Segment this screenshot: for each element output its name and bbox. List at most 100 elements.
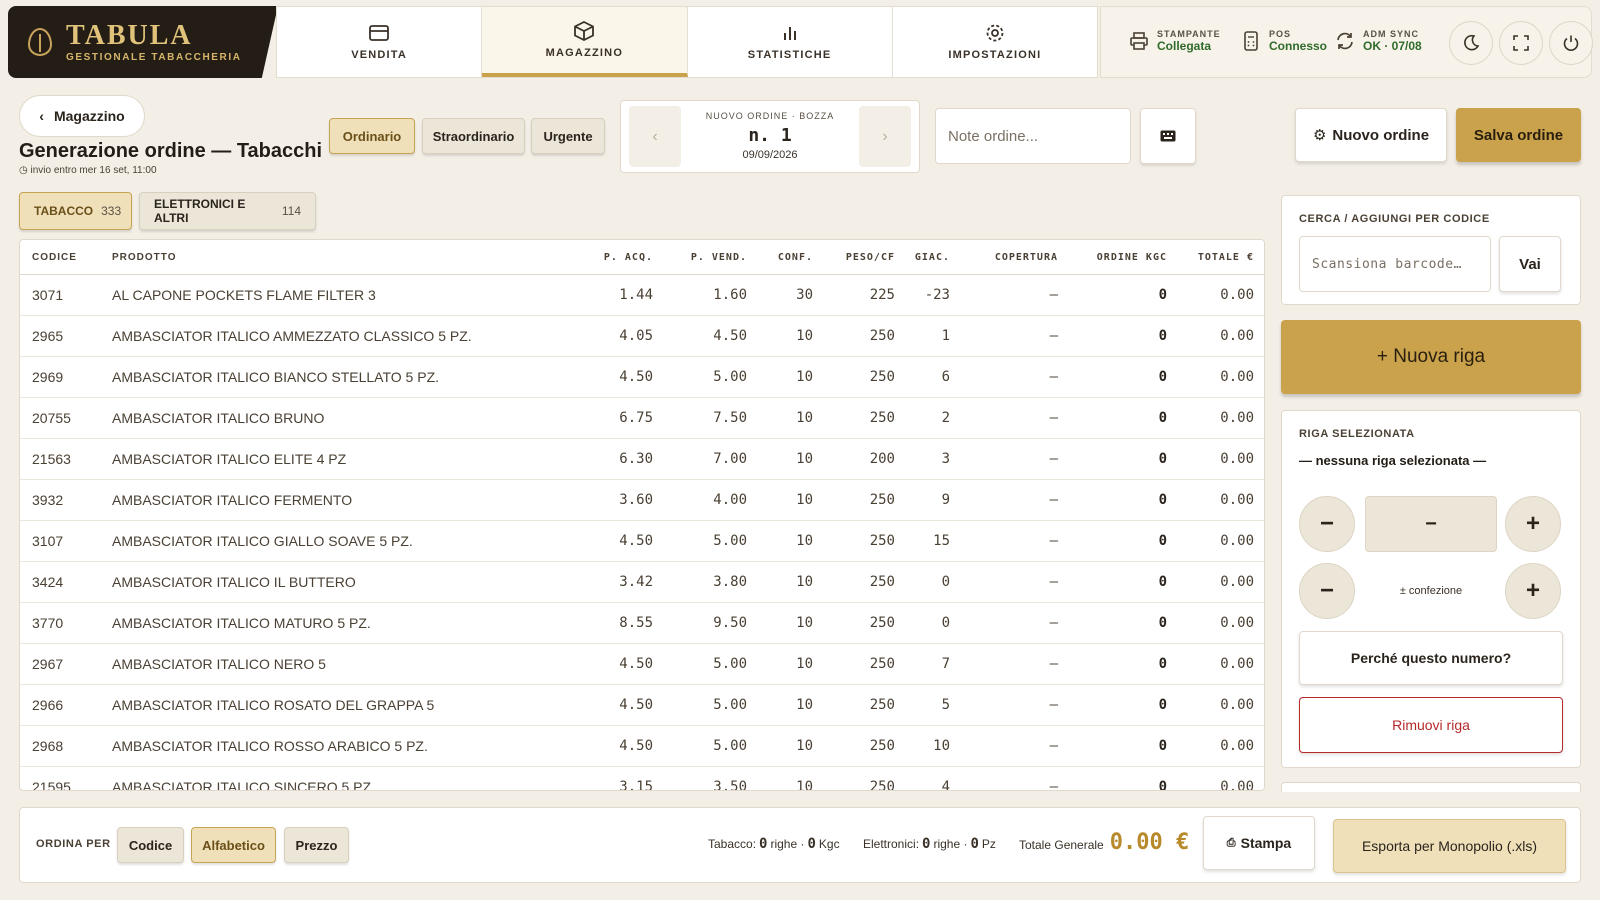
cell-giac: 4 [941,779,950,791]
cell-prodotto: AMBASCIATOR ITALICO ELITE 4 PZ [112,451,347,467]
fullscreen-button[interactable] [1499,21,1543,65]
order-type-urgente[interactable]: Urgente [531,118,605,154]
panel-edge [1281,782,1581,792]
cell-peso: 250 [869,328,895,344]
adm-status[interactable]: ADM SYNC OK · 07/08 [1335,29,1422,53]
cell-codice: 21595 [32,779,71,791]
table-row[interactable]: 21563 AMBASCIATOR ITALICO ELITE 4 PZ 6.30 7… [20,439,1264,480]
cell-copertura: — [1049,410,1058,426]
tab-magazzino[interactable]: MAGAZZINO [482,7,688,77]
cell-giac: 2 [941,410,950,426]
order-type-ordinario[interactable]: Ordinario [329,118,415,154]
qty-display: − [1365,496,1497,552]
table-row[interactable]: 2969 AMBASCIATOR ITALICO BIANCO STELLATO … [20,357,1264,398]
cell-giac: 0 [941,574,950,590]
cell-giac: 3 [941,451,950,467]
bar-chart-icon [783,27,796,40]
col-conf: CONF. [777,251,813,263]
table-row[interactable]: 3932 AMBASCIATOR ITALICO FERMENTO 3.60 4.00… [20,480,1264,521]
cell-ordine: 0 [1158,738,1167,754]
cell-p-acq: 4.05 [619,328,653,344]
cell-ordine: 0 [1158,451,1167,467]
table-row[interactable]: 3770 AMBASCIATOR ITALICO MATURO 5 PZ. 8.55… [20,603,1264,644]
cell-ordine: 0 [1158,574,1167,590]
printer-value: Collegata [1157,39,1212,53]
dark-mode-button[interactable] [1449,21,1493,65]
cell-totale: 0.00 [1220,369,1254,385]
cell-totale: 0.00 [1220,656,1254,672]
back-button[interactable]: ‹ Magazzino [19,95,145,137]
new-order-button[interactable]: ⚙ Nuovo ordine [1295,108,1447,162]
elettronici-pz: 0 [970,836,979,852]
keyboard-icon [1160,130,1176,142]
elettronici-rows: 0 [922,836,931,852]
tab-impostazioni[interactable]: IMPOSTAZIONI [893,7,1097,77]
cell-ordine: 0 [1158,369,1167,385]
col-ordine-kgc: ORDINE KGC [1096,251,1167,263]
cell-codice: 2967 [32,656,64,672]
next-order-button[interactable]: › [859,106,911,167]
table-row[interactable]: 20755 AMBASCIATOR ITALICO BRUNO 6.75 7.50 10… [20,398,1264,439]
qty-plus-button[interactable]: + [1505,496,1561,552]
pz-unit: Pz [981,837,996,851]
barcode-input[interactable]: Scansiona barcode… [1299,236,1491,292]
table-row[interactable]: 2968 AMBASCIATOR ITALICO ROSSO ARABICO 5 … [20,726,1264,767]
tabacco-kgc: 0 [807,836,816,852]
cell-p-acq: 6.30 [619,451,653,467]
table-row[interactable]: 2967 AMBASCIATOR ITALICO NERO 5 4.50 5.00 10… [20,644,1264,685]
search-title: CERCA / AGGIUNGI PER CODICE [1299,213,1490,225]
table-row[interactable]: 3107 AMBASCIATOR ITALICO GIALLO SOAVE 5 P… [20,521,1264,562]
tab-vendita[interactable]: VENDITA [277,7,483,77]
why-number-button[interactable]: Perché questo numero? [1299,631,1563,685]
cell-ordine: 0 [1158,328,1167,344]
order-type-straordinario[interactable]: Straordinario [422,118,525,154]
tab-statistiche[interactable]: STATISTICHE [688,7,893,77]
col-giac: GIAC. [914,251,950,263]
table-row[interactable]: 2966 AMBASCIATOR ITALICO ROSATO DEL GRAPP… [20,685,1264,726]
cell-conf: 10 [796,328,813,344]
selected-value: — nessuna riga selezionata — [1299,453,1487,468]
cell-giac: 0 [941,615,950,631]
selected-row-panel: RIGA SELEZIONATA — nessuna riga selezion… [1281,410,1581,768]
save-order-button[interactable]: Salva ordine [1456,108,1581,162]
back-label: Magazzino [53,108,125,124]
tab-label: STATISTICHE [747,49,832,61]
cell-p-vend: 1.60 [713,287,747,303]
remove-row-button[interactable]: Rimuovi riga [1299,697,1563,753]
table-row[interactable]: 21595 AMBASCIATOR ITALICO SINCERO 5 PZ 3.1… [20,767,1264,791]
printer-status[interactable]: STAMPANTE Collegata [1129,29,1221,53]
cell-ordine: 0 [1158,287,1167,303]
table-row[interactable]: 2965 AMBASCIATOR ITALICO AMMEZZATO CLASSI… [20,316,1264,357]
cell-ordine: 0 [1158,492,1167,508]
export-monopolio-button[interactable]: Esporta per Monopolio (.xls) [1333,819,1566,873]
pos-status[interactable]: POS Connesso [1241,29,1327,53]
pack-minus-button[interactable]: − [1299,563,1355,619]
cell-p-acq: 8.55 [619,615,653,631]
sort-prezzo-button[interactable]: Prezzo [284,827,349,863]
print-button[interactable]: ⎙ Stampa [1203,816,1315,870]
cell-p-acq: 4.50 [619,369,653,385]
power-button[interactable] [1549,21,1593,65]
sort-alfabetico-button[interactable]: Alfabetico [191,827,276,863]
cell-codice: 2965 [32,328,64,344]
cell-p-vend: 4.50 [713,328,747,344]
go-button[interactable]: Vai [1499,236,1561,292]
cell-peso: 250 [869,738,895,754]
category-elettronici[interactable]: ELETTRONICI E ALTRI 114 [139,192,316,230]
cell-giac: 9 [941,492,950,508]
cell-p-vend: 3.80 [713,574,747,590]
category-tabacco[interactable]: TABACCO 333 [19,192,132,230]
pack-plus-button[interactable]: + [1505,563,1561,619]
table-row[interactable]: 3424 AMBASCIATOR ITALICO IL BUTTERO 3.42 3.… [20,562,1264,603]
cell-p-acq: 1.44 [619,287,653,303]
order-note-input[interactable]: Note ordine... [935,108,1131,164]
gear-icon [986,24,1004,42]
qty-minus-button[interactable]: − [1299,496,1355,552]
category-label: ELETTRONICI E ALTRI [154,197,246,225]
new-row-button[interactable]: + Nuova riga [1281,320,1581,394]
sort-codice-button[interactable]: Codice [117,827,184,863]
brand-name: TABULA [66,20,193,51]
print-label: Stampa [1240,835,1292,851]
table-row[interactable]: 3071 AL CAPONE POCKETS FLAME FILTER 3 1.44… [20,275,1264,316]
keyboard-button[interactable] [1140,108,1196,164]
